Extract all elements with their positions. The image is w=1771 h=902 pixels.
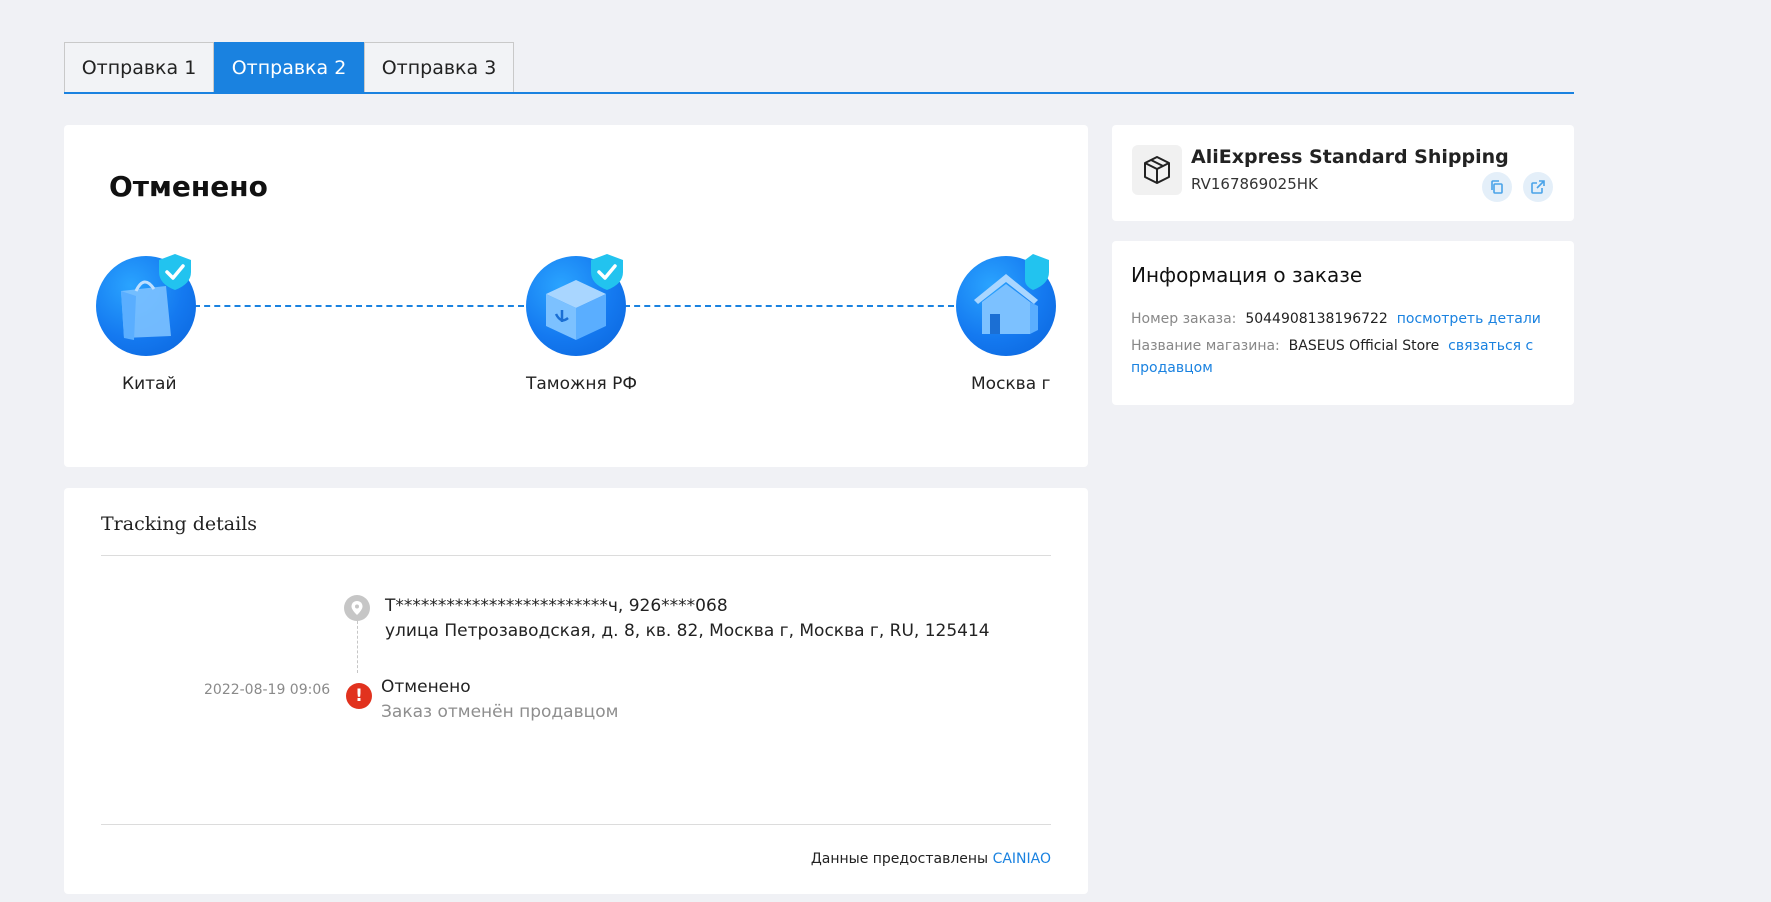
order-info-title: Информация о заказе [1131,263,1363,287]
tab-shipment-3[interactable]: Отправка 3 [364,42,514,92]
carrier-name: AliExpress Standard Shipping [1191,146,1509,168]
data-provider-footer: Данные предоставлены CAINIAO [811,851,1051,867]
data-provider-text: Данные предоставлены [810,851,989,867]
tracking-card: Tracking details Т**********************… [64,488,1088,894]
recipient-address: улица Петрозаводская, д. 8, кв. 82, Моск… [385,621,990,641]
store-row: Название магазина: BASEUS Official Store… [1131,335,1551,379]
open-external-button[interactable] [1523,172,1553,202]
status-title: Отменено [109,170,268,203]
divider [101,824,1051,825]
shipping-carrier-card: AliExpress Standard Shipping RV167869025… [1112,125,1574,221]
order-number: 5044908138196722 [1245,311,1388,327]
divider [101,555,1051,556]
event-description: Заказ отменён продавцом [381,702,619,722]
verified-shield-icon [159,254,191,290]
recipient-name-phone: Т*************************ч, 926****068 [385,596,728,616]
timeline-connector [357,621,358,673]
order-info-card: Информация о заказе Номер заказа: 504490… [1112,241,1574,405]
package-icon [1132,145,1182,195]
copy-button[interactable] [1482,172,1512,202]
status-card: Отменено Китай Таможня РФ Москва г [64,125,1088,467]
route-line-2 [624,305,954,307]
view-details-link[interactable]: посмотреть детали [1397,311,1541,327]
external-link-icon [1531,180,1545,194]
error-alert-icon: ! [346,683,372,709]
tracking-number: RV167869025HK [1191,175,1318,193]
cainiao-link[interactable]: CAINIAO [993,851,1051,867]
verified-shield-icon [1025,254,1049,290]
location-pin-icon [344,595,370,621]
shipment-tabs: Отправка 1 Отправка 2 Отправка 3 [64,42,1574,94]
tracking-title: Tracking details [101,513,258,535]
event-timestamp: 2022-08-19 09:06 [204,682,331,698]
node-label-china: Китай [122,374,177,394]
verified-shield-icon [591,254,623,290]
store-name: BASEUS Official Store [1288,338,1440,354]
tab-shipment-1[interactable]: Отправка 1 [64,42,214,92]
store-label: Название магазина: [1131,338,1280,354]
node-label-moscow: Москва г [971,374,1051,394]
tab-shipment-2[interactable]: Отправка 2 [214,42,364,92]
route-line-1 [194,305,524,307]
copy-icon [1491,180,1503,194]
order-number-label: Номер заказа: [1131,311,1237,327]
event-title: Отменено [381,677,471,697]
order-number-row: Номер заказа: 5044908138196722 посмотрет… [1131,308,1551,330]
node-label-customs: Таможня РФ [526,374,637,394]
